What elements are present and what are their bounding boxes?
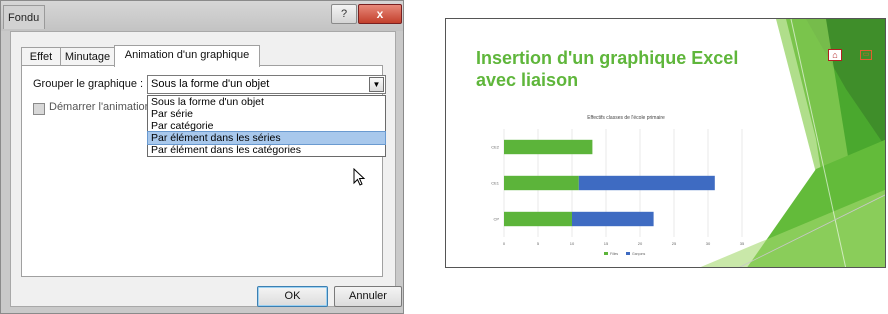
category-label: CP bbox=[493, 217, 499, 222]
window-icon[interactable]: ▭ bbox=[860, 50, 872, 60]
group-chart-value: Sous la forme d'un objet bbox=[151, 78, 270, 90]
legend-swatch bbox=[626, 252, 630, 255]
category-label: CE1 bbox=[491, 181, 500, 186]
mouse-cursor-icon bbox=[353, 168, 366, 186]
fondu-dialog: Fondu ? x Effet Minutage Animation d'un … bbox=[0, 0, 404, 314]
x-tick-label: 30 bbox=[706, 241, 711, 246]
cancel-button[interactable]: Annuler bbox=[334, 286, 402, 307]
group-chart-label: Grouper le graphique : bbox=[33, 78, 144, 90]
bar-garçons bbox=[578, 175, 715, 191]
x-tick-label: 15 bbox=[604, 241, 609, 246]
legend-swatch bbox=[604, 252, 608, 255]
start-animation-checkbox[interactable] bbox=[33, 103, 45, 115]
chevron-down-icon[interactable]: ▼ bbox=[369, 77, 384, 92]
tab-minutage[interactable]: Minutage bbox=[60, 47, 115, 65]
dialog-body: Effet Minutage Animation d'un graphique … bbox=[10, 31, 402, 307]
x-tick-label: 20 bbox=[638, 241, 643, 246]
option-par-element-categories[interactable]: Par élément dans les catégories bbox=[148, 144, 385, 156]
close-button[interactable]: x bbox=[358, 4, 402, 24]
option-par-serie[interactable]: Par série bbox=[148, 108, 385, 120]
tab-animation-graphique[interactable]: Animation d'un graphique bbox=[114, 45, 260, 67]
category-label: CE2 bbox=[491, 145, 500, 150]
bar-garçons bbox=[572, 211, 654, 227]
x-tick-label: 35 bbox=[740, 241, 745, 246]
x-tick-label: 5 bbox=[537, 241, 540, 246]
option-par-element-series[interactable]: Par élément dans les séries bbox=[147, 131, 386, 145]
group-chart-select[interactable]: Sous la forme d'un objet ▼ bbox=[147, 75, 386, 94]
slide-preview: ⌂ ▭ Insertion d'un graphique Excel avec … bbox=[445, 18, 886, 268]
bar-chart: 0 5 10 15 20 25 30 35 CE2 CE1 CP Filles Garçons bbox=[491, 129, 745, 256]
x-tick-label: 0 bbox=[503, 241, 506, 246]
legend-label: Filles bbox=[610, 252, 618, 256]
tab-effet[interactable]: Effet bbox=[21, 47, 61, 65]
dialog-title: Fondu bbox=[3, 5, 45, 29]
bar-filles bbox=[504, 139, 593, 155]
dialog-titlebar[interactable]: Fondu ? x bbox=[1, 1, 403, 31]
x-tick-label: 10 bbox=[570, 241, 575, 246]
start-animation-label: Démarrer l'animation bbox=[49, 101, 147, 113]
option-par-categorie[interactable]: Par catégorie bbox=[148, 120, 385, 132]
group-chart-dropdown-list: Sous la forme d'un objet Par série Par c… bbox=[147, 95, 386, 157]
home-icon[interactable]: ⌂ bbox=[828, 49, 842, 61]
legend-label: Garçons bbox=[632, 252, 645, 256]
bar-filles bbox=[504, 175, 579, 191]
slide-title: Insertion d'un graphique Excel avec liai… bbox=[476, 48, 739, 90]
x-tick-label: 25 bbox=[672, 241, 677, 246]
help-button[interactable]: ? bbox=[331, 4, 357, 24]
bar-filles bbox=[504, 211, 572, 227]
ok-button[interactable]: OK bbox=[257, 286, 328, 307]
chart-title: Effectifs classes de l'école primaire bbox=[587, 115, 665, 121]
option-objet[interactable]: Sous la forme d'un objet bbox=[148, 96, 385, 108]
